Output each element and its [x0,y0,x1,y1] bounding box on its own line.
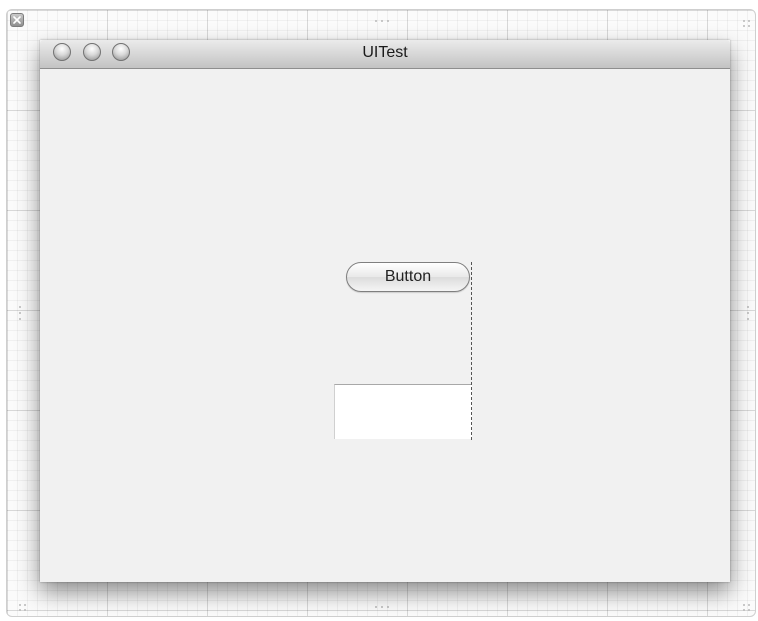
app-window: UITest Button [40,40,730,582]
bottom-right-grip-dots[interactable] [743,604,751,612]
bottom-grip-dots[interactable] [375,606,391,610]
push-button[interactable]: Button [346,262,470,292]
custom-view[interactable] [334,384,472,439]
right-grip-dots[interactable] [747,306,751,322]
canvas-close-icon[interactable] [10,13,24,27]
top-right-grip-dots[interactable] [743,20,751,28]
bottom-left-grip-dots[interactable] [19,604,27,612]
alignment-guide-line [471,262,472,440]
top-grip-dots[interactable] [375,20,391,24]
window-title: UITest [362,44,408,61]
window-titlebar[interactable]: UITest [40,40,730,69]
left-grip-dots[interactable] [19,306,23,322]
